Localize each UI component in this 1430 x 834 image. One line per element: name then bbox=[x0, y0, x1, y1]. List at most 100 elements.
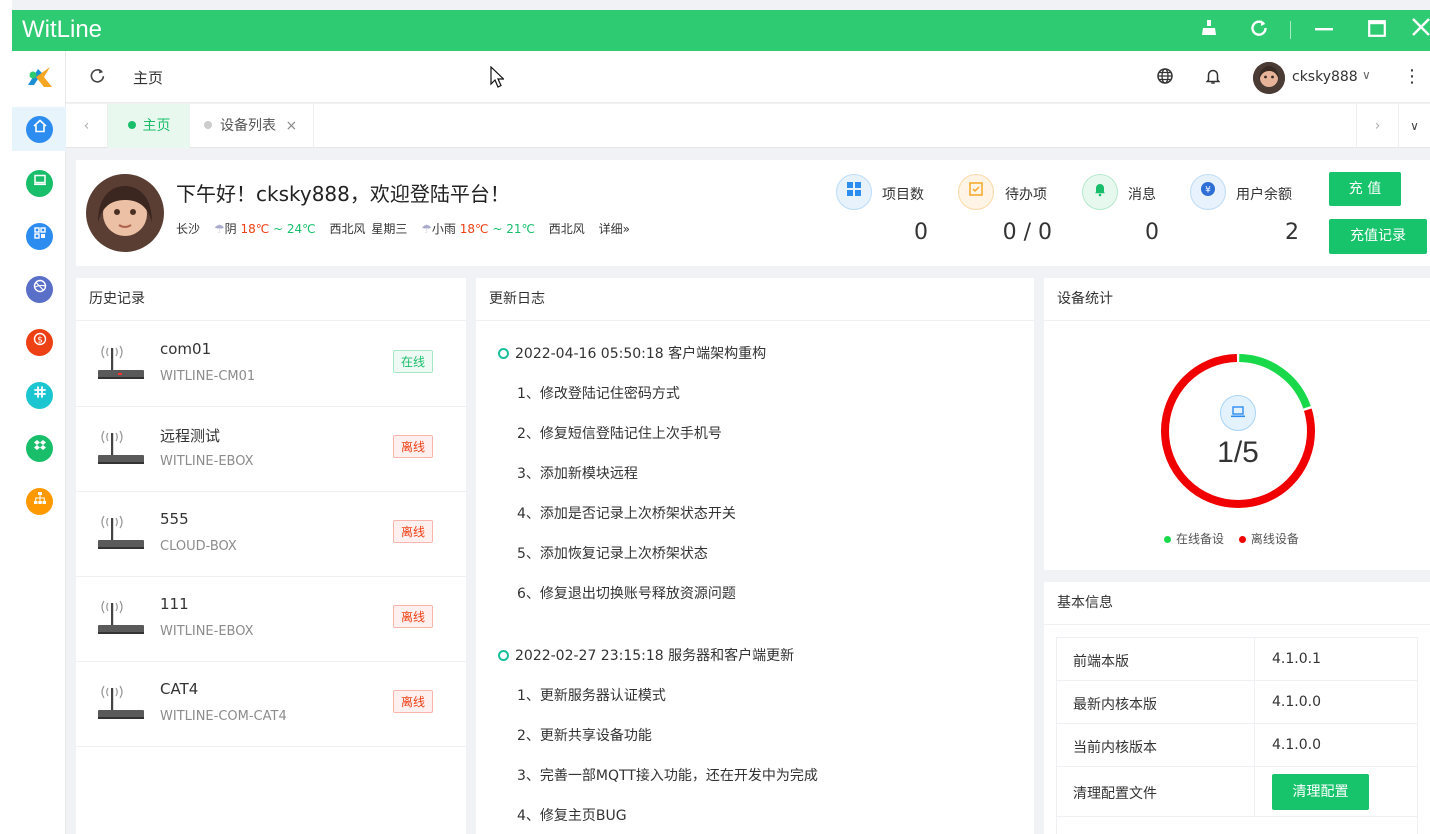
tab-inactive-dot bbox=[204, 121, 212, 129]
tab-close-icon[interactable]: × bbox=[285, 118, 297, 134]
stat-todo-label: 待办项 bbox=[1005, 187, 1047, 203]
stat-messages-value: 0 bbox=[1145, 220, 1159, 245]
stat-messages-label: 消息 bbox=[1128, 187, 1156, 203]
weather-detail-link[interactable]: 详细» bbox=[599, 222, 630, 236]
changelog-item: 5、添加恢复记录上次桥架状态 bbox=[517, 546, 708, 562]
info-row-frontend-version: 前端本版 4.1.0.1 bbox=[1056, 638, 1418, 681]
tab-device-list-label: 设备列表 bbox=[220, 118, 276, 134]
changelog-item: 1、修改登陆记住密码方式 bbox=[517, 386, 680, 402]
checkbox-icon bbox=[958, 174, 994, 210]
device-legend: 在线备设 离线设备 bbox=[1164, 530, 1299, 547]
weather-city: 长沙 bbox=[176, 222, 201, 236]
svg-text:¥: ¥ bbox=[1205, 185, 1211, 195]
tab-home[interactable]: 主页 bbox=[108, 104, 190, 148]
sitemap-icon bbox=[26, 488, 53, 515]
recharge-button[interactable]: 充 值 bbox=[1329, 172, 1401, 206]
weather-line: 长沙 ☂阴 18℃ ~ 24℃ 西北风 星期三 ☂小雨 18℃ ~ 21℃ 西北… bbox=[176, 220, 630, 237]
device-list-item[interactable]: 远程测试 WITLINE-EBOX 离线 bbox=[76, 407, 466, 492]
changelog-entry-head: 2022-02-27 23:15:18 服务器和客户端更新 bbox=[498, 645, 794, 665]
slack-icon bbox=[26, 382, 53, 409]
app-title: WitLine bbox=[22, 16, 103, 43]
clean-config-button[interactable]: 清理配置 bbox=[1272, 774, 1369, 810]
history-card: 历史记录 com01 WITLINE-CM01 在线远程测试 WITLINE-EBOX… bbox=[76, 278, 466, 834]
legend-online-dot bbox=[1164, 536, 1171, 543]
app-logo bbox=[24, 63, 54, 91]
top-bar: 主页 cksky888 ∨ ⋮ bbox=[66, 51, 1430, 103]
tab-home-label: 主页 bbox=[142, 118, 171, 134]
minimize-icon[interactable] bbox=[1309, 14, 1339, 46]
globe-icon[interactable] bbox=[1156, 67, 1174, 89]
sidebar-item-home[interactable] bbox=[12, 107, 66, 151]
tabs-scroll-right-icon[interactable]: › bbox=[1356, 104, 1398, 148]
close-icon[interactable] bbox=[1406, 14, 1430, 46]
status-badge: 离线 bbox=[393, 605, 434, 628]
sidebar-item-sitemap[interactable] bbox=[12, 479, 66, 523]
user-dropdown-chevron-icon[interactable]: ∨ bbox=[1362, 68, 1371, 82]
device-list-item[interactable]: com01 WITLINE-CM01 在线 bbox=[76, 322, 466, 407]
refresh-icon[interactable] bbox=[1244, 14, 1274, 46]
tabs-bar: ‹ 主页 设备列表 × › ∨ bbox=[66, 104, 1430, 148]
history-title: 历史记录 bbox=[76, 278, 466, 321]
changelog-item: 6、修复退出切换账号释放资源问题 bbox=[517, 586, 736, 602]
device-model: WITLINE-EBOX bbox=[160, 624, 254, 639]
info-value: 4.1.0.1 bbox=[1272, 651, 1321, 667]
changelog-item: 1、更新服务器认证模式 bbox=[517, 688, 666, 704]
legend-online-label: 在线备设 bbox=[1176, 532, 1225, 546]
info-value: 4.1.0.0 bbox=[1272, 694, 1321, 710]
tabs-menu-chevron-icon[interactable]: ∨ bbox=[1398, 104, 1430, 148]
welcome-card: 下午好！cksky888，欢迎登陆平台！ 长沙 ☂阴 18℃ ~ 24℃ 西北风… bbox=[76, 160, 1430, 266]
device-name: 555 bbox=[160, 510, 189, 528]
weather-tomorrow: 小雨 bbox=[431, 222, 456, 236]
apps-icon bbox=[26, 223, 53, 250]
device-list-item[interactable]: 555 CLOUD-BOX 离线 bbox=[76, 492, 466, 577]
changelog-item: 4、修复主页BUG bbox=[517, 808, 627, 824]
changelog-item: 3、完善一部MQTT接入功能，还在开发中为完成 bbox=[517, 768, 818, 784]
device-stats-card: 设备统计 1/5 在线备设 离线设备 bbox=[1044, 278, 1430, 570]
weather-today-wind: 西北风 bbox=[329, 222, 366, 236]
mouse-cursor-icon bbox=[490, 65, 505, 92]
device-stats-title: 设备统计 bbox=[1044, 278, 1430, 321]
tabs-scroll-left-icon[interactable]: ‹ bbox=[66, 104, 108, 148]
basic-info-card: 基本信息 前端本版 4.1.0.1 最新内核本版 4.1.0.0 当前内核版本 … bbox=[1044, 582, 1430, 834]
device-model: WITLINE-COM-CAT4 bbox=[160, 709, 287, 724]
sidebar-item-dollar[interactable]: $ bbox=[12, 320, 66, 364]
breadcrumb-home[interactable]: 主页 bbox=[133, 67, 163, 88]
stat-balance-value: 2 bbox=[1285, 220, 1299, 245]
basic-info-title: 基本信息 bbox=[1044, 582, 1430, 625]
sidebar-item-monitor[interactable] bbox=[12, 161, 66, 205]
more-menu-icon[interactable]: ⋮ bbox=[1403, 66, 1421, 87]
legend-offline-label: 离线设备 bbox=[1250, 532, 1299, 546]
router-icon bbox=[96, 593, 146, 643]
info-key: 最新内核本版 bbox=[1073, 697, 1157, 713]
rain-cloud-icon: ☂ bbox=[213, 222, 225, 236]
info-row-latest-kernel: 最新内核本版 4.1.0.0 bbox=[1056, 681, 1418, 724]
weather-today-temp-high: ~ 24℃ bbox=[269, 222, 316, 236]
device-donut-chart bbox=[1161, 354, 1315, 508]
clean-icon[interactable] bbox=[1194, 14, 1224, 46]
maximize-icon[interactable] bbox=[1362, 14, 1392, 46]
sidebar-item-dropbox[interactable] bbox=[12, 426, 66, 470]
sidebar-item-apps[interactable] bbox=[12, 214, 66, 258]
device-list-item[interactable]: 111 WITLINE-EBOX 离线 bbox=[76, 577, 466, 662]
device-name: 远程测试 bbox=[160, 427, 221, 445]
home-icon bbox=[26, 116, 53, 143]
main-content: 下午好！cksky888，欢迎登陆平台！ 长沙 ☂阴 18℃ ~ 24℃ 西北风… bbox=[66, 148, 1430, 834]
changelog-item: 2、更新共享设备功能 bbox=[517, 728, 652, 744]
device-name: 111 bbox=[160, 595, 189, 613]
recharge-history-button[interactable]: 充值记录 bbox=[1329, 219, 1427, 254]
sidebar-item-slack[interactable] bbox=[12, 373, 66, 417]
avatar[interactable] bbox=[1253, 62, 1285, 94]
weather-tomorrow-temp-low: 18℃ bbox=[459, 222, 489, 236]
weather-today: 阴 bbox=[224, 222, 237, 236]
reload-icon[interactable] bbox=[88, 67, 106, 89]
bell-icon[interactable] bbox=[1204, 67, 1222, 89]
tab-device-list[interactable]: 设备列表 × bbox=[190, 104, 314, 148]
device-list-item[interactable]: CAT4 WITLINE-COM-CAT4 离线 bbox=[76, 662, 466, 747]
title-divider bbox=[1290, 21, 1291, 39]
device-model: WITLINE-EBOX bbox=[160, 454, 254, 469]
title-bar[interactable]: WitLine bbox=[12, 10, 1430, 51]
dropbox-icon bbox=[26, 435, 53, 462]
sidebar-item-dribbble[interactable] bbox=[12, 267, 66, 311]
username[interactable]: cksky888 bbox=[1292, 69, 1358, 85]
status-badge: 离线 bbox=[393, 435, 434, 458]
